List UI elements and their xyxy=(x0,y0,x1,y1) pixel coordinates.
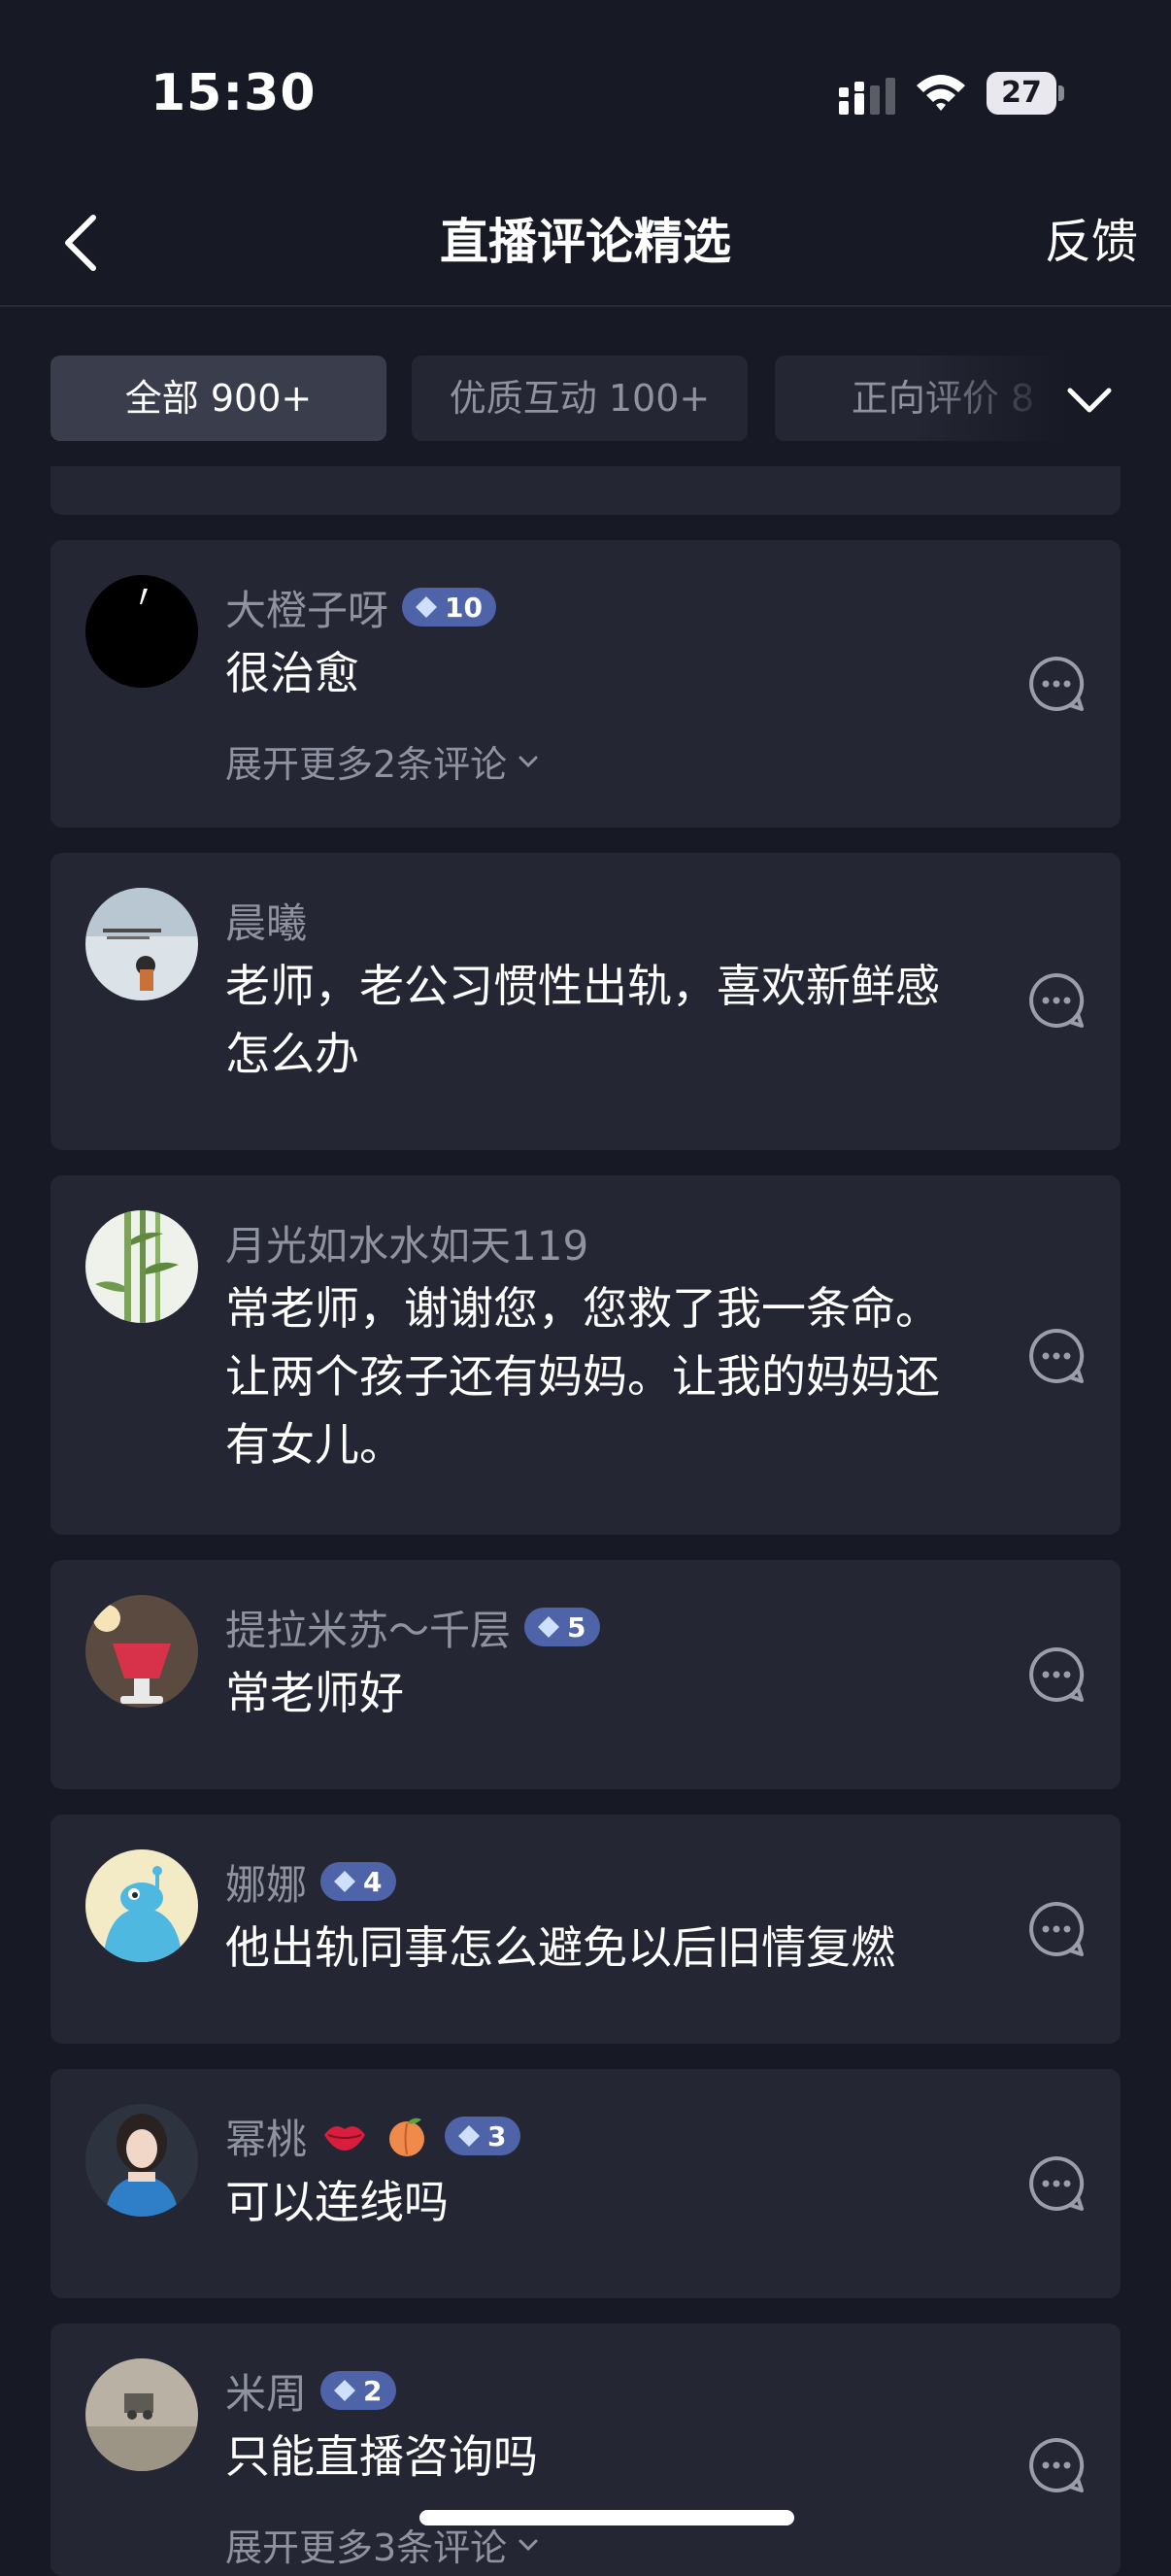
chevron-down-icon[interactable] xyxy=(1058,369,1121,431)
reply-bubble-icon[interactable] xyxy=(1025,2434,1087,2496)
username[interactable]: 晨曦 xyxy=(225,891,307,950)
feedback-button[interactable]: 反馈 xyxy=(1045,208,1138,276)
expand-replies-label: 展开更多3条评论 xyxy=(225,2526,508,2569)
comment-text: 他出轨同事怎么避免以后旧情复燃 xyxy=(225,1921,895,1974)
peach-icon xyxy=(389,2118,425,2156)
avatar[interactable] xyxy=(85,2358,198,2471)
comment-card[interactable]: 娜娜 4 他出轨同事怎么避免以后旧情复燃 xyxy=(50,1814,1121,2044)
fan-level: 3 xyxy=(487,2119,507,2152)
reply-bubble-icon[interactable] xyxy=(1025,2152,1087,2215)
fan-level-badge: 5 xyxy=(524,1608,600,1646)
username[interactable]: 提拉米苏～千层 xyxy=(225,1598,511,1657)
cellular-signal-icon xyxy=(839,78,895,115)
filter-chip-quality[interactable]: 优质互动 100+ xyxy=(412,356,748,441)
comment-header: 提拉米苏～千层 5 xyxy=(225,1595,600,1659)
filter-tabs: 全部 900+ 优质互动 100+ 正向评价 8 xyxy=(0,350,1171,447)
battery-indicator: 27 xyxy=(987,72,1064,115)
home-indicator[interactable] xyxy=(419,2510,794,2525)
fan-level: 10 xyxy=(445,591,483,624)
username[interactable]: 米周 xyxy=(225,2361,307,2421)
comment-card[interactable]: 月光如水水如天119 常老师，谢谢您，您救了我一条命。让两个孩子还有妈妈。让我的… xyxy=(50,1175,1121,1535)
avatar[interactable] xyxy=(85,575,198,688)
expand-replies-button[interactable]: 展开更多2条评论 xyxy=(225,734,542,788)
nav-bar: 直播评论精选 反馈 xyxy=(0,185,1171,307)
comment-header: 娜娜 4 xyxy=(225,1849,396,1914)
comment-header: 大橙子呀 10 xyxy=(225,575,496,639)
diamond-icon xyxy=(458,2125,481,2147)
comment-header: 幂桃 3 xyxy=(225,2104,520,2168)
diamond-icon xyxy=(334,2380,356,2401)
comment-text: 常老师，谢谢您，您救了我一条命。让两个孩子还有妈妈。让我的妈妈还有女儿。 xyxy=(225,1282,940,1471)
comment-text: 只能直播咨询吗 xyxy=(225,2430,538,2483)
comment-card[interactable]: 米周 2 只能直播咨询吗 展开更多3条评论 xyxy=(50,2323,1121,2576)
comment-text: 常老师好 xyxy=(225,1667,404,1719)
fan-level: 4 xyxy=(363,1865,383,1898)
avatar[interactable] xyxy=(85,1595,198,1708)
fan-level: 5 xyxy=(567,1610,586,1644)
status-time: 15:30 xyxy=(151,64,317,122)
fan-level-badge: 2 xyxy=(320,2371,396,2410)
username[interactable]: 幂桃 xyxy=(225,2107,307,2166)
avatar[interactable] xyxy=(85,1210,198,1323)
comment-text: 很治愈 xyxy=(225,647,359,699)
username[interactable]: 月光如水水如天119 xyxy=(225,1213,588,1272)
fan-level-badge: 10 xyxy=(402,588,496,627)
comment-card[interactable]: 晨曦 老师，老公习惯性出轨，喜欢新鲜感怎么办 xyxy=(50,853,1121,1150)
diamond-icon xyxy=(334,1871,356,1892)
comment-header: 米周 2 xyxy=(225,2358,396,2423)
comment-card[interactable]: 大橙子呀 10 很治愈 展开更多2条评论 xyxy=(50,540,1121,828)
fan-level-badge: 3 xyxy=(445,2117,520,2155)
comment-header: 晨曦 xyxy=(225,888,307,952)
fan-level-badge: 4 xyxy=(320,1862,396,1901)
comment-card[interactable]: 提拉米苏～千层 5 常老师好 xyxy=(50,1560,1121,1789)
avatar[interactable] xyxy=(85,1849,198,1962)
filter-fade xyxy=(913,350,1171,447)
expand-replies-label: 展开更多2条评论 xyxy=(225,743,508,786)
filter-chip-all[interactable]: 全部 900+ xyxy=(50,356,386,441)
expand-replies-button[interactable]: 展开更多3条评论 xyxy=(225,2518,542,2571)
reply-bubble-icon[interactable] xyxy=(1025,1644,1087,1706)
comment-card[interactable]: 幂桃 3 可以连线吗 xyxy=(50,2069,1121,2298)
reply-bubble-icon[interactable] xyxy=(1025,1325,1087,1387)
username[interactable]: 娜娜 xyxy=(225,1852,307,1912)
comment-header: 月光如水水如天119 xyxy=(225,1210,588,1274)
kiss-lips-icon xyxy=(324,2126,366,2151)
avatar[interactable] xyxy=(85,2104,198,2217)
wifi-icon xyxy=(917,75,965,111)
status-bar: 15:30 27 xyxy=(0,0,1171,185)
diamond-icon xyxy=(416,596,438,618)
username[interactable]: 大橙子呀 xyxy=(225,578,388,637)
reply-bubble-icon[interactable] xyxy=(1025,1898,1087,1960)
comment-text: 可以连线吗 xyxy=(225,2176,449,2228)
diamond-icon xyxy=(538,1616,560,1638)
chevron-down-icon xyxy=(519,2539,538,2551)
page-title: 直播评论精选 xyxy=(440,214,731,270)
reply-bubble-icon[interactable] xyxy=(1025,969,1087,1032)
reply-bubble-icon[interactable] xyxy=(1025,653,1087,715)
chevron-down-icon xyxy=(519,756,538,767)
avatar[interactable] xyxy=(85,888,198,1000)
comment-text: 老师，老公习惯性出轨，喜欢新鲜感怎么办 xyxy=(225,960,940,1080)
fan-level: 2 xyxy=(363,2374,383,2407)
comment-card-partial xyxy=(50,466,1121,515)
battery-level: 27 xyxy=(1001,76,1042,110)
